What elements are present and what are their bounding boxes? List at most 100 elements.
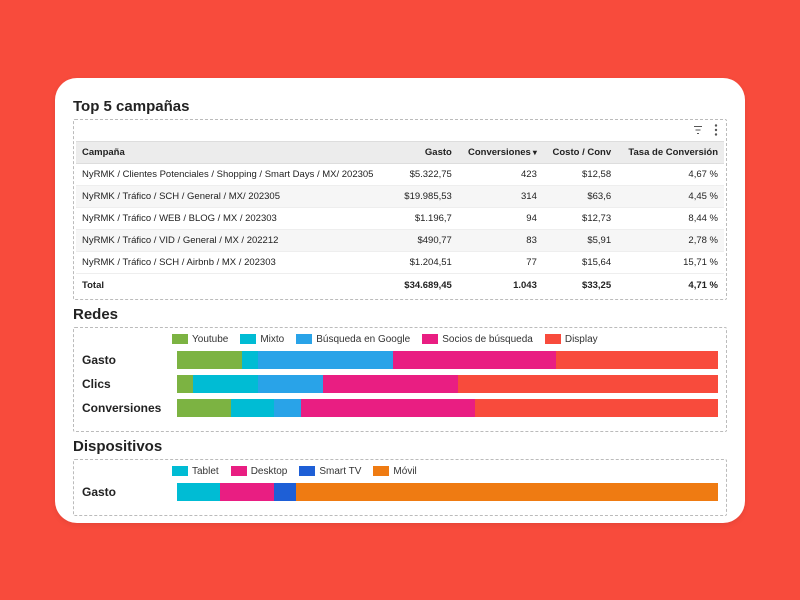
cell-convrate: 15,71 %: [617, 251, 724, 273]
legend-swatch: [172, 334, 188, 344]
table-row[interactable]: NyRMK / Tráfico / SCH / Airbnb / MX / 20…: [76, 251, 724, 273]
th-conversions[interactable]: Conversiones▾: [458, 141, 543, 163]
cell-spend: $19.985,53: [395, 185, 458, 207]
networks-chart: Youtube Mixto Búsqueda en Google Socios de …: [73, 327, 727, 432]
bar-segment[interactable]: [177, 351, 242, 369]
cell-costconv: $15,64: [543, 251, 617, 273]
cell-spend: $5.322,75: [395, 163, 458, 185]
cell-conversions: 77: [458, 251, 543, 273]
bar-segment[interactable]: [242, 351, 258, 369]
bar-segment[interactable]: [274, 483, 296, 501]
filter-icon[interactable]: [692, 124, 704, 139]
bar-segment[interactable]: [193, 375, 258, 393]
legend-label: Desktop: [251, 466, 288, 477]
campaigns-title: Top 5 campañas: [73, 98, 727, 115]
cell-convrate: 8,44 %: [617, 207, 724, 229]
total-conv: 1.043: [458, 273, 543, 297]
legend-item[interactable]: Búsqueda en Google: [296, 334, 410, 345]
legend-item[interactable]: Socios de búsqueda: [422, 334, 533, 345]
bar-row: Gasto: [82, 483, 718, 501]
bar-segment[interactable]: [177, 375, 193, 393]
legend-item[interactable]: Tablet: [172, 466, 219, 477]
legend-item[interactable]: Móvil: [373, 466, 416, 477]
legend-item[interactable]: Desktop: [231, 466, 288, 477]
th-conversions-label: Conversiones: [468, 147, 531, 158]
dashboard-panel: Top 5 campañas Campaña Gasto Conversione…: [55, 78, 745, 523]
cell-costconv: $12,73: [543, 207, 617, 229]
legend-swatch: [240, 334, 256, 344]
devices-chart: Tablet Desktop Smart TV Móvil Gasto: [73, 459, 727, 516]
bar-segment[interactable]: [177, 399, 231, 417]
bar-row: Clics: [82, 375, 718, 393]
cell-campaign: NyRMK / Tráfico / SCH / General / MX/ 20…: [76, 185, 395, 207]
legend-label: Smart TV: [319, 466, 361, 477]
bar-segment[interactable]: [393, 351, 555, 369]
table-row[interactable]: NyRMK / Tráfico / WEB / BLOG / MX / 2023…: [76, 207, 724, 229]
cell-conversions: 94: [458, 207, 543, 229]
cell-campaign: NyRMK / Tráfico / WEB / BLOG / MX / 2023…: [76, 207, 395, 229]
more-icon[interactable]: [714, 124, 718, 139]
legend-item[interactable]: Youtube: [172, 334, 228, 345]
table-row[interactable]: NyRMK / Tráfico / SCH / General / MX/ 20…: [76, 185, 724, 207]
table-toolbar: [76, 122, 724, 141]
legend-label: Tablet: [192, 466, 219, 477]
th-campaign[interactable]: Campaña: [76, 141, 395, 163]
legend-label: Display: [565, 334, 598, 345]
bar-segment[interactable]: [296, 483, 718, 501]
total-spend: $34.689,45: [395, 273, 458, 297]
bar-label: Gasto: [82, 485, 177, 499]
cell-convrate: 2,78 %: [617, 229, 724, 251]
cell-campaign: NyRMK / Tráfico / SCH / Airbnb / MX / 20…: [76, 251, 395, 273]
bar-segment[interactable]: [220, 483, 274, 501]
cell-spend: $490,77: [395, 229, 458, 251]
cell-campaign: NyRMK / Tráfico / VID / General / MX / 2…: [76, 229, 395, 251]
bar-label: Gasto: [82, 353, 177, 367]
legend-swatch: [296, 334, 312, 344]
cell-costconv: $63,6: [543, 185, 617, 207]
table-row[interactable]: NyRMK / Clientes Potenciales / Shopping …: [76, 163, 724, 185]
bar-segment[interactable]: [177, 483, 220, 501]
legend-item[interactable]: Mixto: [240, 334, 284, 345]
bar-segment[interactable]: [458, 375, 718, 393]
legend-label: Mixto: [260, 334, 284, 345]
th-costconv[interactable]: Costo / Conv: [543, 141, 617, 163]
bar-segment[interactable]: [258, 351, 393, 369]
bar-segment[interactable]: [274, 399, 301, 417]
table-row[interactable]: NyRMK / Tráfico / VID / General / MX / 2…: [76, 229, 724, 251]
bar-segment[interactable]: [556, 351, 718, 369]
cell-spend: $1.204,51: [395, 251, 458, 273]
bar-row: Conversiones: [82, 399, 718, 417]
total-costconv: $33,25: [543, 273, 617, 297]
stacked-bar: [177, 483, 718, 501]
cell-conversions: 83: [458, 229, 543, 251]
legend-label: Móvil: [393, 466, 416, 477]
stacked-bar: [177, 351, 718, 369]
legend-swatch: [172, 466, 188, 476]
legend-swatch: [373, 466, 389, 476]
th-spend[interactable]: Gasto: [395, 141, 458, 163]
legend-label: Youtube: [192, 334, 228, 345]
cell-convrate: 4,45 %: [617, 185, 724, 207]
bar-segment[interactable]: [258, 375, 323, 393]
bar-segment[interactable]: [475, 399, 718, 417]
legend-item[interactable]: Display: [545, 334, 598, 345]
legend-swatch: [231, 466, 247, 476]
legend-item[interactable]: Smart TV: [299, 466, 361, 477]
bar-segment[interactable]: [301, 399, 474, 417]
bar-label: Clics: [82, 377, 177, 391]
devices-title: Dispositivos: [73, 438, 727, 455]
networks-legend: Youtube Mixto Búsqueda en Google Socios de …: [172, 334, 718, 345]
legend-label: Búsqueda en Google: [316, 334, 410, 345]
campaigns-table: Campaña Gasto Conversiones▾ Costo / Conv…: [76, 141, 724, 297]
bar-segment[interactable]: [323, 375, 458, 393]
th-convrate[interactable]: Tasa de Conversión: [617, 141, 724, 163]
stacked-bar: [177, 375, 718, 393]
bar-segment[interactable]: [231, 399, 274, 417]
legend-swatch: [422, 334, 438, 344]
total-label: Total: [76, 273, 395, 297]
legend-swatch: [545, 334, 561, 344]
networks-title: Redes: [73, 306, 727, 323]
stacked-bar: [177, 399, 718, 417]
cell-spend: $1.196,7: [395, 207, 458, 229]
cell-conversions: 314: [458, 185, 543, 207]
